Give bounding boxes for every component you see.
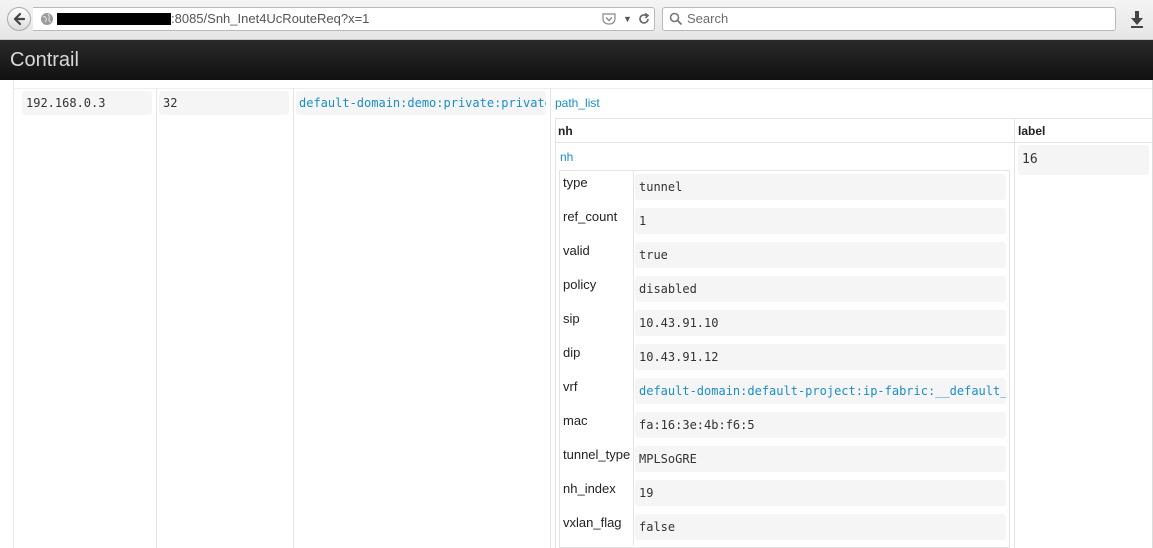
src-ip-cell: 192.168.0.3 (22, 91, 152, 115)
nh-field-divider (633, 171, 634, 205)
nh-column-header: nh (558, 124, 573, 138)
nh-field-divider (633, 341, 634, 375)
column-divider (550, 88, 551, 548)
nh-link[interactable]: nh (560, 150, 573, 164)
nh-field-key: mac (563, 413, 588, 428)
nh-field-row: policy disabled (560, 273, 1009, 307)
nh-field-key: policy (563, 277, 597, 292)
nh-field-row: nh_index 19 (560, 477, 1009, 511)
nh-field-key: vxlan_flag (563, 515, 622, 530)
url-redacted-host (57, 13, 171, 25)
back-arrow-icon (13, 12, 26, 26)
nh-field-divider (633, 273, 634, 307)
label-column-header: label (1018, 124, 1046, 138)
app-header: Contrail (0, 40, 1153, 80)
nh-field-value: 10.43.91.12 (635, 344, 1006, 370)
nh-field-row: tunnel_type MPLSoGRE (560, 443, 1009, 477)
nh-field-divider (633, 443, 634, 477)
nh-field-divider (633, 239, 634, 273)
label-value: 16 (1018, 145, 1149, 175)
nh-field-key: dip (563, 345, 581, 360)
chevron-down-icon[interactable]: ▼ (623, 12, 632, 26)
header-divider (556, 142, 1153, 143)
globe-icon (41, 13, 53, 25)
nh-field-divider (633, 409, 634, 443)
nh-field-row: dip 10.43.91.12 (560, 341, 1009, 375)
route-table: 192.168.0.3 32 default-domain:demo:priva… (0, 80, 1153, 548)
nh-field-divider (633, 477, 634, 511)
nh-field-key: sip (563, 311, 580, 326)
pocket-icon[interactable] (601, 12, 617, 26)
column-divider (156, 88, 157, 548)
path-list-link[interactable]: path_list (555, 96, 600, 110)
reload-icon[interactable] (637, 12, 651, 26)
nh-field-row: valid true (560, 239, 1009, 273)
src-plen-cell: 32 (159, 91, 289, 115)
back-button[interactable] (7, 7, 31, 31)
nh-field-divider (633, 511, 634, 545)
nh-field-key: vrf (563, 379, 578, 394)
nh-field-key: type (563, 175, 588, 190)
column-divider (1014, 118, 1015, 548)
nh-field-row: mac fa:16:3e:4b:f6:5 (560, 409, 1009, 443)
table-top-border (14, 88, 1153, 89)
nh-field-key: ref_count (563, 209, 618, 224)
url-text: :8085/Snh_Inet4UcRouteReq?x=1 (171, 11, 370, 26)
nh-field-divider (633, 205, 634, 239)
app-title[interactable]: Contrail (10, 40, 79, 80)
nh-field-row: type tunnel (560, 171, 1009, 205)
url-bar[interactable]: :8085/Snh_Inet4UcRouteReq?x=1 ▼ (33, 7, 655, 31)
nh-field-key: nh_index (563, 481, 616, 496)
nh-field-value: 10.43.91.10 (635, 310, 1006, 336)
nh-field-value: disabled (635, 276, 1006, 302)
nh-field-row: ref_count 1 (560, 205, 1009, 239)
nh-field-value: MPLSoGRE (635, 446, 1006, 472)
browser-toolbar: :8085/Snh_Inet4UcRouteReq?x=1 ▼ Search (0, 0, 1153, 40)
search-input[interactable]: Search (662, 7, 1116, 31)
nh-field-value: true (635, 242, 1006, 268)
column-divider (293, 88, 294, 548)
nh-field-value: 1 (635, 208, 1006, 234)
src-vrf-link[interactable]: default-domain:demo:private:private (296, 91, 546, 115)
nh-field-value: 19 (635, 480, 1006, 506)
search-icon (669, 12, 683, 26)
nh-field-value-link[interactable]: default-domain:default-project:ip-fabric… (635, 378, 1006, 404)
download-icon[interactable] (1129, 10, 1145, 28)
nh-field-value: tunnel (635, 174, 1006, 200)
nh-field-key: valid (563, 243, 590, 258)
nh-field-row: vxlan_flag false (560, 511, 1009, 545)
table-border (13, 80, 14, 548)
nh-field-value: fa:16:3e:4b:f6:5 (635, 412, 1006, 438)
nh-field-value: false (635, 514, 1006, 540)
nh-field-key: tunnel_type (563, 447, 631, 462)
nh-field-row: sip 10.43.91.10 (560, 307, 1009, 341)
search-placeholder: Search (687, 11, 729, 26)
nh-field-row: vrf default-domain:default-project:ip-fab… (560, 375, 1009, 409)
nh-field-divider (633, 307, 634, 341)
nh-field-divider (633, 375, 634, 409)
src-vrf-link-text[interactable]: default-domain:demo:private:private (299, 96, 546, 110)
